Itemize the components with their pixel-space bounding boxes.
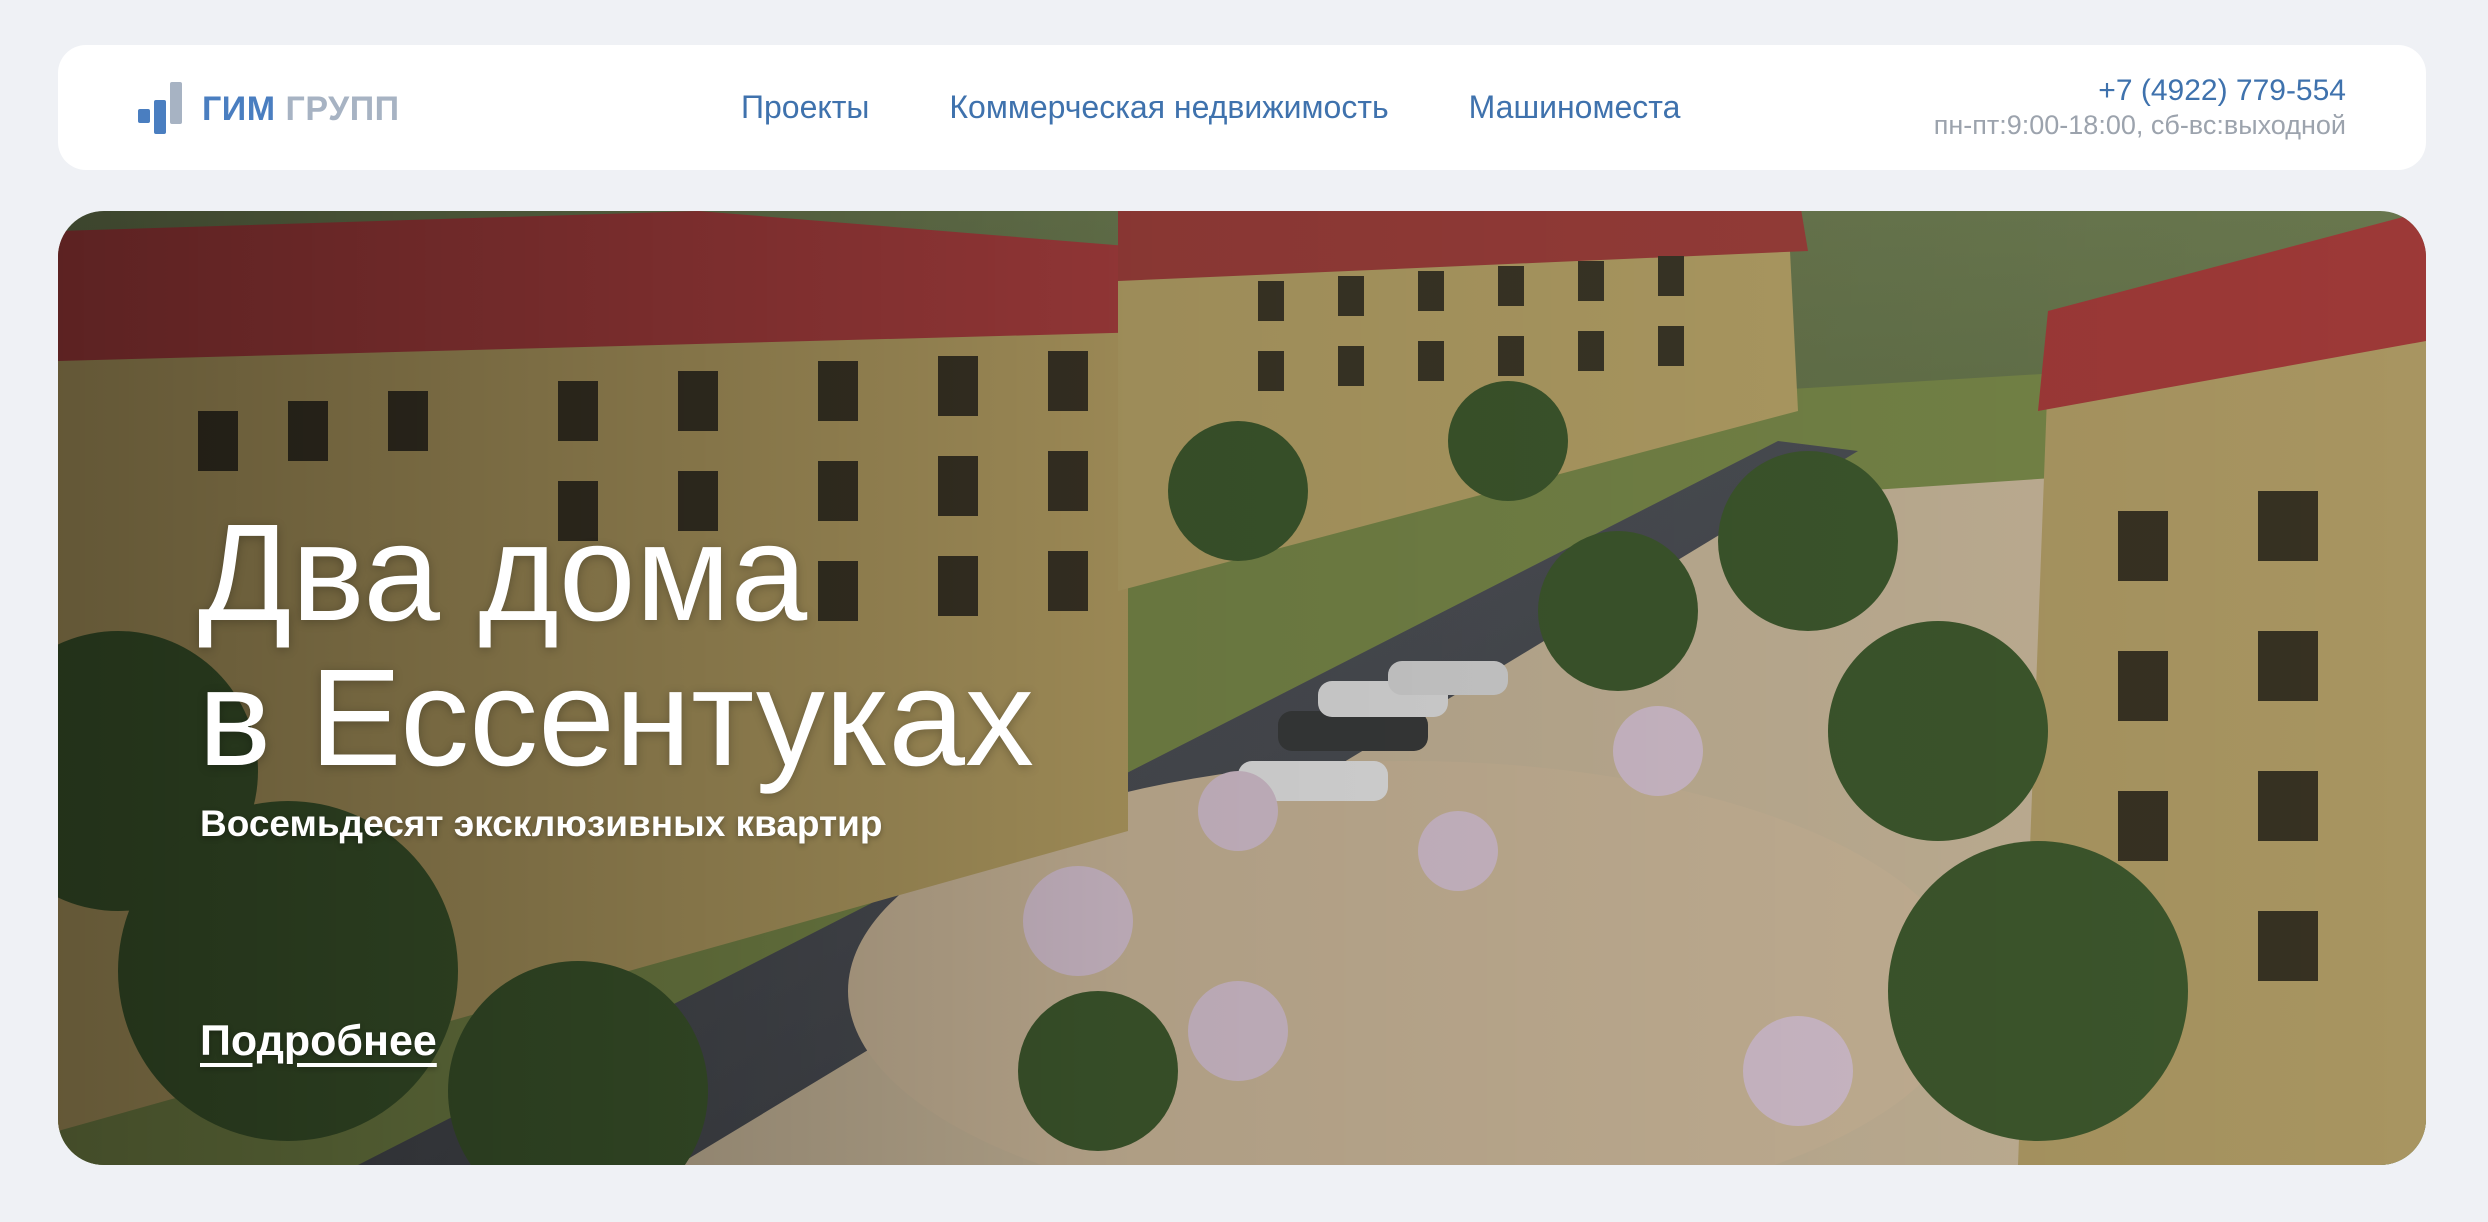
hero-more-link[interactable]: Подробнее [200, 1017, 437, 1066]
nav-link-projects[interactable]: Проекты [741, 89, 869, 126]
hero-banner: Два дома в Ессентуках Восемьдесят эксклю… [58, 211, 2426, 1165]
nav-link-commercial-property[interactable]: Коммерческая недвижимость [949, 89, 1388, 126]
nav-link-parking-spaces[interactable]: Машиноместа [1469, 89, 1681, 126]
site-header: ГИМ ГРУПП Проекты Коммерческая недвижимос… [58, 45, 2426, 170]
logo-text: ГИМ ГРУПП [202, 90, 400, 129]
logo-bars-icon [138, 82, 182, 134]
working-hours: пн-пт:9:00-18:00, сб-вс:выходной [1933, 110, 2346, 140]
hero-subtitle: Восемьдесят эксклюзивных квартир [200, 803, 883, 844]
main-nav: Проекты Коммерческая недвижимость Машино… [741, 45, 1680, 170]
hero-title-line-2: в Ессентуках [198, 641, 1035, 795]
contact-info: +7 (4922) 779-554 пн-пт:9:00-18:00, сб-в… [1934, 73, 2346, 141]
logo[interactable]: ГИМ ГРУПП [138, 79, 400, 139]
phone-link[interactable]: +7 (4922) 779-554 [1934, 73, 2346, 109]
hero-title: Два дома в Ессентуках [198, 501, 1034, 791]
logo-text-primary: ГИМ [202, 89, 276, 128]
logo-text-secondary: ГРУПП [285, 89, 400, 128]
hero-title-line-1: Два дома [198, 496, 808, 650]
